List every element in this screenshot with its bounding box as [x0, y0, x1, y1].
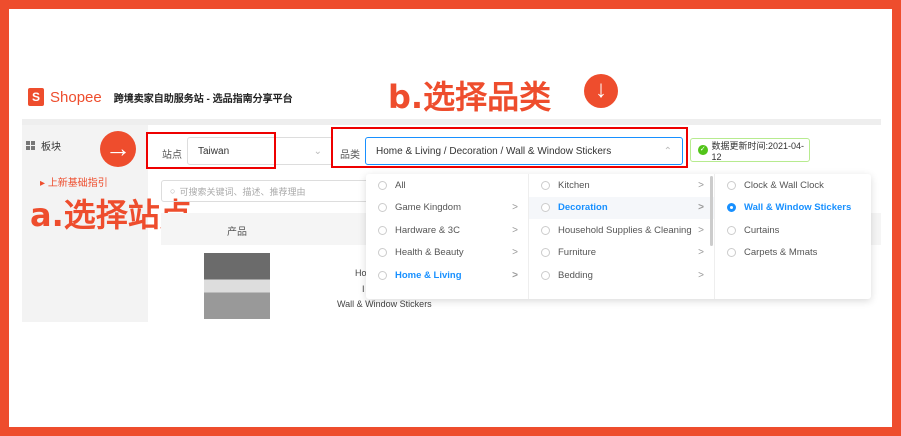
search-placeholder: 可搜索关键词、描述、推荐理由: [179, 186, 306, 197]
radio-icon[interactable]: [727, 180, 736, 190]
option-wall-window-stickers[interactable]: Wall & Window Stickers: [715, 197, 871, 220]
chevron-down-icon: ⌄: [313, 145, 322, 157]
option-furniture[interactable]: Furniture >: [529, 242, 714, 265]
option-label: Bedding: [558, 269, 593, 281]
search-icon: ○: [170, 186, 176, 196]
option-all[interactable]: All: [366, 174, 528, 197]
option-label: Home & Living: [395, 269, 462, 281]
arrow-down-icon: ↓: [584, 74, 618, 108]
option-label: Clock & Wall Clock: [744, 179, 824, 191]
cascader-column-2: Kitchen > Decoration > Household Supplies …: [529, 174, 715, 299]
radio-icon[interactable]: [378, 180, 387, 190]
option-label: Furniture: [558, 247, 597, 259]
chevron-right-icon: >: [698, 224, 704, 236]
grid-icon: [26, 141, 35, 150]
option-bedding[interactable]: Bedding >: [529, 264, 714, 287]
sidebar-item-modules[interactable]: 板块: [26, 138, 61, 153]
product-name-line: I: [362, 284, 365, 294]
option-label: Curtains: [744, 224, 780, 236]
option-label: Wall & Window Stickers: [744, 202, 852, 214]
product-name-line: Ho: [355, 268, 367, 278]
chevron-right-icon: >: [512, 202, 518, 214]
option-label: Game Kingdom: [395, 202, 462, 214]
chevron-right-icon: >: [512, 224, 518, 236]
logo-text[interactable]: Shopee: [50, 89, 102, 106]
chevron-right-icon: >: [512, 269, 518, 281]
arrow-right-icon: →: [100, 131, 136, 167]
option-label: Carpets & Mmats: [744, 247, 818, 259]
radio-icon[interactable]: [541, 180, 550, 190]
radio-icon[interactable]: [378, 225, 387, 235]
check-circle-icon: ✓: [698, 145, 708, 155]
option-label: Health & Beauty: [395, 247, 464, 259]
radio-icon[interactable]: [541, 248, 550, 258]
option-hardware-3c[interactable]: Hardware & 3C >: [366, 219, 528, 242]
chevron-right-icon: >: [698, 247, 704, 259]
option-label: Kitchen: [558, 179, 590, 191]
radio-icon[interactable]: [378, 270, 387, 280]
radio-icon[interactable]: [541, 270, 550, 280]
highlight-box-category: [331, 127, 688, 168]
option-clock[interactable]: Clock & Wall Clock: [715, 174, 871, 197]
product-name-line[interactable]: Wall & Window Stickers: [337, 299, 432, 309]
radio-icon[interactable]: [378, 203, 387, 213]
option-curtains[interactable]: Curtains: [715, 219, 871, 242]
shopee-bag-icon: S: [28, 88, 44, 106]
radio-checked-icon[interactable]: [727, 203, 736, 213]
column-header-product: 产品: [227, 227, 247, 238]
option-game-kingdom[interactable]: Game Kingdom >: [366, 197, 528, 220]
header: S Shopee 跨境卖家自助服务站 - 选品指南分享平台: [28, 88, 293, 106]
annotation-b: b.选择品类: [388, 78, 552, 116]
option-label: All: [395, 179, 406, 191]
update-time-badge: ✓ 数据更新时间:2021-04-12: [690, 138, 810, 162]
cascader-column-1: All Game Kingdom > Hardware & 3C > Health …: [366, 174, 529, 299]
radio-icon[interactable]: [541, 225, 550, 235]
option-carpets[interactable]: Carpets & Mmats: [715, 242, 871, 265]
category-cascader-dropdown: All Game Kingdom > Hardware & 3C > Health …: [366, 174, 871, 299]
option-household-supplies[interactable]: Household Supplies & Cleaning >: [529, 219, 714, 242]
product-image[interactable]: [204, 253, 270, 319]
radio-icon[interactable]: [727, 248, 736, 258]
option-health-beauty[interactable]: Health & Beauty >: [366, 242, 528, 265]
site-subtitle: 跨境卖家自助服务站 - 选品指南分享平台: [113, 93, 293, 105]
highlight-box-site: [146, 132, 276, 169]
option-home-living[interactable]: Home & Living >: [366, 264, 528, 287]
chevron-right-icon: >: [698, 179, 704, 191]
sidebar-item-label: 板块: [41, 142, 61, 153]
option-label: Hardware & 3C: [395, 224, 460, 236]
divider: [22, 119, 881, 125]
radio-icon[interactable]: [727, 225, 736, 235]
update-time-text: 数据更新时间:2021-04-12: [711, 140, 805, 162]
option-label: Decoration: [558, 202, 608, 214]
radio-icon[interactable]: [541, 203, 550, 213]
scrollbar[interactable]: [710, 176, 713, 246]
sidebar-item-new-guide[interactable]: ▸ 上新基础指引: [40, 174, 108, 189]
sidebar-sub-label: 上新基础指引: [47, 178, 108, 189]
cascader-column-3: Clock & Wall Clock Wall & Window Sticker…: [715, 174, 871, 299]
chevron-right-icon: >: [698, 202, 704, 214]
chevron-right-icon: >: [698, 269, 704, 281]
option-label: Household Supplies & Cleaning: [558, 224, 692, 236]
chevron-right-icon: >: [512, 247, 518, 259]
option-kitchen[interactable]: Kitchen >: [529, 174, 714, 197]
radio-icon[interactable]: [378, 248, 387, 258]
option-decoration[interactable]: Decoration >: [529, 196, 714, 219]
